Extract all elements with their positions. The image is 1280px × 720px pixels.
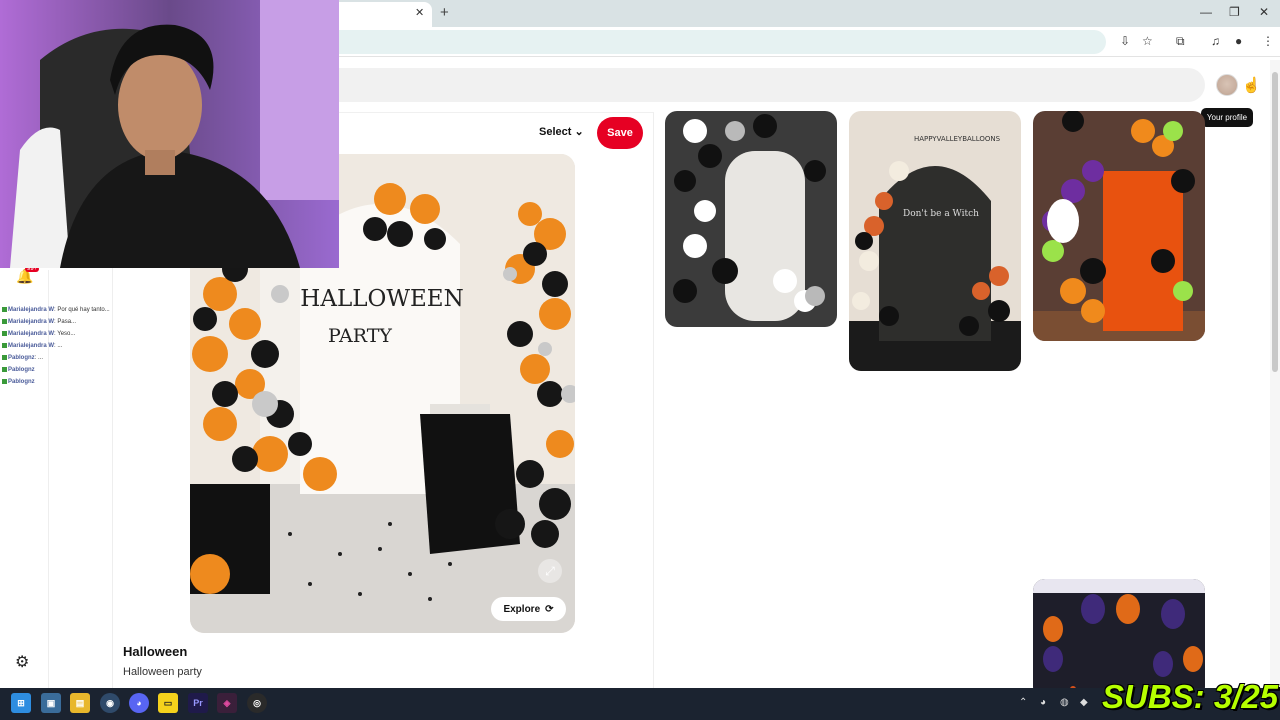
windows-start-icon[interactable]: ⊞	[11, 693, 31, 713]
chat-user: Marialejandra W	[8, 319, 55, 326]
window-close-icon[interactable]: ✕	[1259, 5, 1269, 19]
pin-title: Halloween	[123, 644, 188, 659]
chat-user: Marialejandra W	[8, 331, 55, 338]
network-tray-icon[interactable]: ◆	[1080, 697, 1088, 708]
webcam-overlay	[0, 0, 339, 268]
menu-icon[interactable]: ⋮	[1262, 34, 1274, 48]
board-select[interactable]: Select ⌄	[539, 125, 584, 138]
chrome-icon[interactable]: ◉	[100, 693, 120, 713]
explore-icon: ⟳	[545, 603, 554, 615]
extensions-icon[interactable]: ⧉	[1176, 34, 1185, 49]
explore-button[interactable]: Explore ⟳	[491, 597, 566, 621]
chat-user: Pablognz	[8, 379, 35, 386]
related-pin-2[interactable]: HAPPYVALLEYBALLOONS Don't be a Witch	[849, 111, 1021, 371]
chat-message: Pablognz	[2, 379, 35, 385]
discord-icon[interactable]: ◕	[129, 693, 149, 713]
chat-user: Pablognz	[8, 367, 35, 374]
sign-text-party: PARTY	[328, 325, 392, 347]
new-tab-icon[interactable]: +	[440, 4, 449, 21]
chat-text: : Yeso...	[54, 331, 76, 338]
chat-message: Marialejandra W: ...	[2, 343, 62, 349]
sign-text-halloween: HALLOWEEN	[300, 286, 463, 312]
premiere-icon[interactable]: Pr	[188, 693, 208, 713]
profile-icon[interactable]: ●	[1235, 34, 1242, 48]
onenote-icon[interactable]: ◈	[217, 693, 237, 713]
sticky-notes-icon[interactable]: ▭	[158, 693, 178, 713]
steam-tray-icon[interactable]: ◍	[1060, 697, 1069, 708]
bookmark-star-icon[interactable]: ☆	[1142, 34, 1153, 48]
chat-text: : ...	[34, 355, 44, 362]
save-button[interactable]: Save	[597, 117, 643, 149]
chat-message: Marialejandra W: Yeso...	[2, 331, 75, 337]
chat-message: Marialejandra W: Por qué hay tanto...	[2, 307, 110, 313]
tab-close-icon[interactable]: ✕	[415, 6, 424, 19]
profile-tooltip: Your profile	[1201, 108, 1253, 127]
chat-user: Marialejandra W	[8, 307, 55, 314]
discord-tray-icon[interactable]: ◕	[1040, 697, 1046, 708]
related-pin-1[interactable]	[665, 111, 837, 327]
obs-icon[interactable]: ◎	[247, 693, 267, 713]
search-input[interactable]	[300, 68, 1205, 102]
witch-sign-text: Don't be a Witch	[903, 209, 979, 219]
chat-message: Pablognz	[2, 367, 35, 373]
pin-description: Halloween party	[123, 666, 202, 678]
gear-icon[interactable]: ⚙	[15, 652, 29, 672]
chat-text: : Pasa...	[54, 319, 77, 326]
related-pin-3[interactable]	[1033, 111, 1205, 341]
board-select-label: Select	[539, 126, 572, 138]
restore-icon[interactable]: ❐	[1229, 5, 1240, 19]
chat-user: Marialejandra W	[8, 343, 55, 350]
file-explorer-icon[interactable]: ▤	[70, 693, 90, 713]
install-icon[interactable]: ⇩	[1120, 34, 1130, 48]
media-icon[interactable]: ♫	[1211, 34, 1220, 48]
expand-icon[interactable]: ⤢	[538, 559, 562, 583]
chat-text: : Por qué hay tanto...	[54, 307, 110, 314]
avatar[interactable]	[1216, 74, 1238, 96]
brand-text: HAPPYVALLEYBALLOONS	[914, 135, 1001, 143]
widgets-icon[interactable]: ▣	[41, 693, 61, 713]
subs-counter-overlay: SUBS: 3/25	[1102, 678, 1279, 715]
chevron-up-icon[interactable]: ⌃	[1019, 697, 1027, 708]
chat-text: : ...	[54, 343, 63, 350]
chat-user: Pablognz	[8, 355, 35, 362]
chat-message: Pablognz: ...	[2, 355, 43, 361]
chevron-down-icon: ⌄	[574, 126, 584, 138]
pointer-cursor-icon: ☝	[1242, 77, 1261, 94]
screen: ✕ + — ❐ ✕ ⇩ ☆ ⧉ ♫ ● ⋮ ☝ Your profile Sel…	[0, 0, 1280, 720]
chat-message: Marialejandra W: Pasa...	[2, 319, 76, 325]
minimize-icon[interactable]: —	[1200, 5, 1212, 19]
scrollbar-thumb[interactable]	[1272, 72, 1278, 372]
explore-label: Explore	[503, 603, 541, 615]
